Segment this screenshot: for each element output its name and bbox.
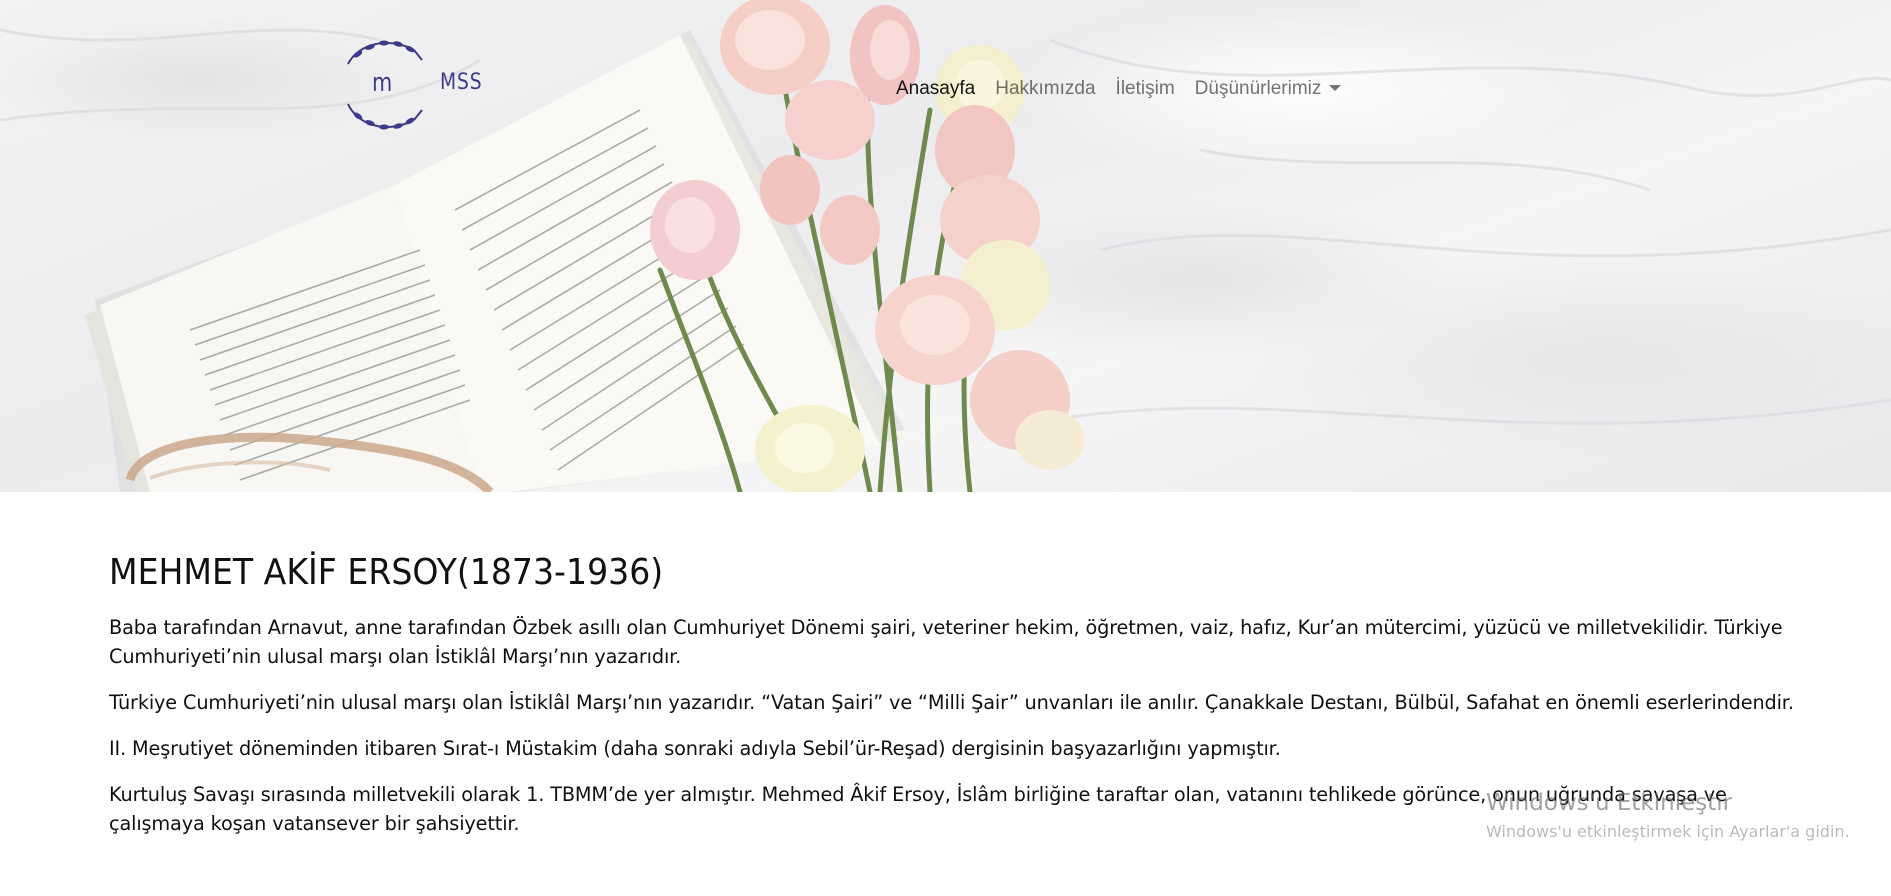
article-paragraph: Baba tarafından Arnavut, anne tarafından… xyxy=(109,616,1783,668)
brand-logo[interactable]: m MSS xyxy=(340,34,490,134)
logo-text: MSS xyxy=(440,70,483,95)
watermark-subtitle: Windows'u etkinleştirmek için Ayarlar'a … xyxy=(1486,822,1850,841)
nav-item-thinkers-label: Düşünürlerimiz xyxy=(1194,78,1322,99)
article-paragraph: II. Meşrutiyet döneminden itibaren Sırat… xyxy=(109,737,1281,760)
nav-item-thinkers-dropdown[interactable]: Düşünürlerimiz xyxy=(1185,74,1352,104)
caret-down-icon xyxy=(1329,85,1342,91)
hero-banner: m MSS Anasayfa Hakkımızda İletişim Düşün… xyxy=(0,0,1891,492)
main-nav: Anasayfa Hakkımızda İletişim Düşünürleri… xyxy=(886,74,1351,104)
page-title: MEHMET AKİF ERSOY(1873-1936) xyxy=(109,552,664,593)
windows-activation-watermark: Windows'u Etkinleştir Windows'u etkinleş… xyxy=(1486,790,1850,841)
nav-item-contact[interactable]: İletişim xyxy=(1106,74,1185,104)
nav-item-about[interactable]: Hakkımızda xyxy=(985,74,1105,104)
logo-letter: m xyxy=(372,68,393,98)
nav-item-home[interactable]: Anasayfa xyxy=(886,74,985,104)
article-paragraph: Türkiye Cumhuriyeti’nin ulusal marşı ola… xyxy=(109,691,1794,714)
watermark-title: Windows'u Etkinleştir xyxy=(1486,790,1733,816)
